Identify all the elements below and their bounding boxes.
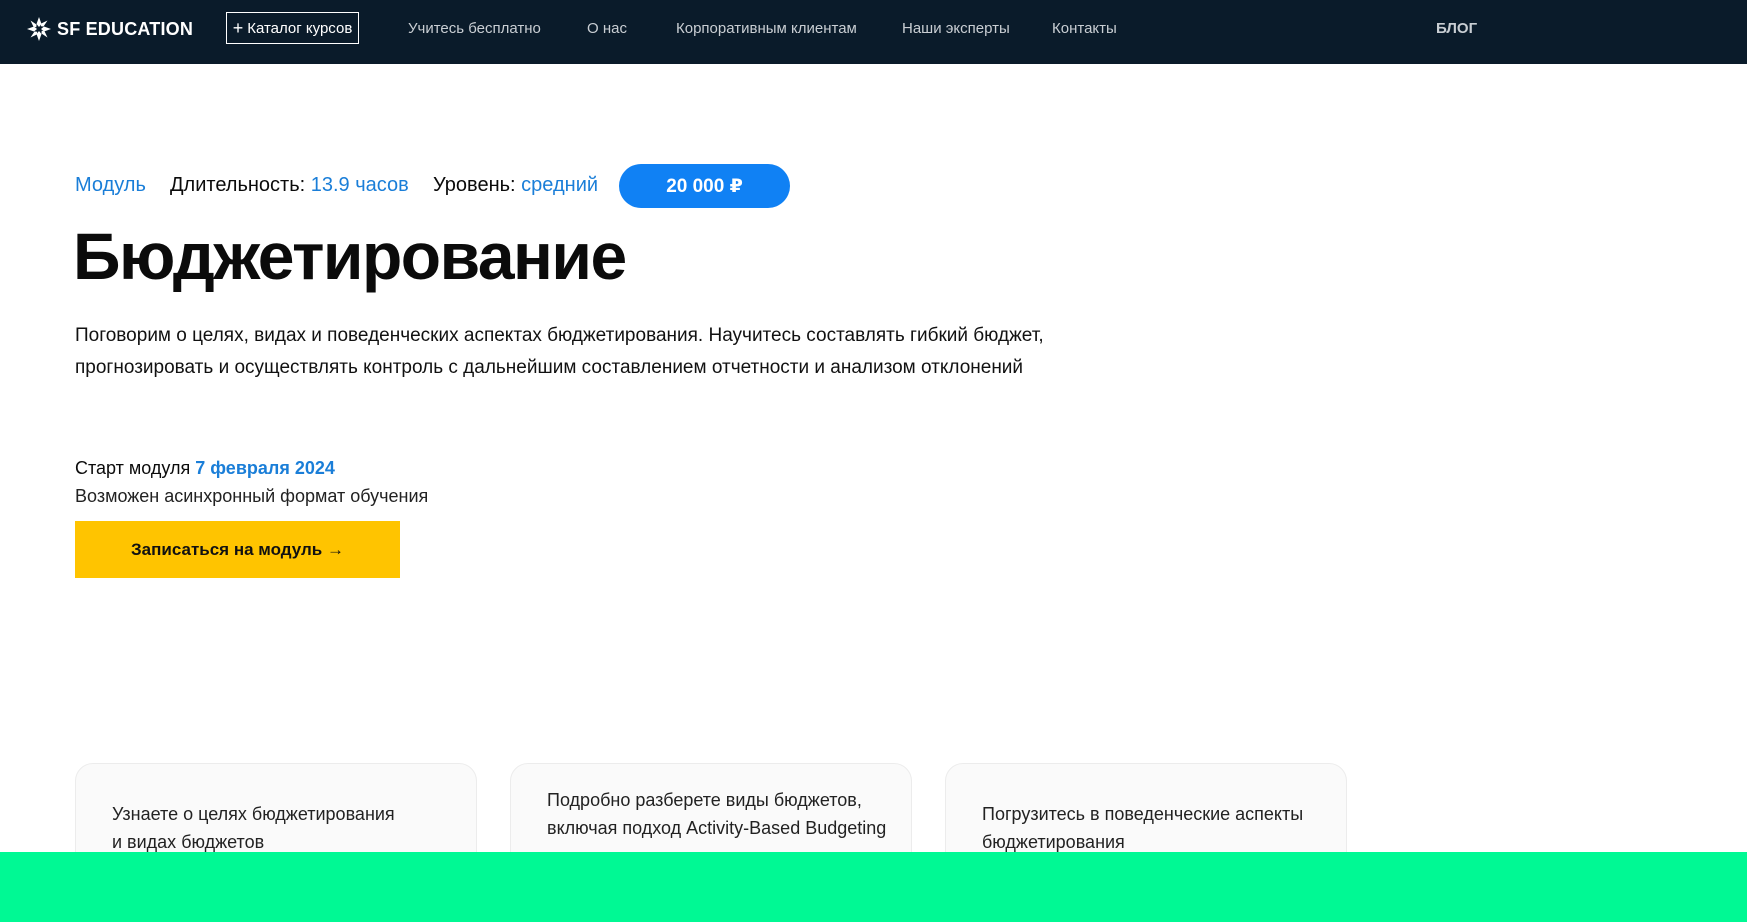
nav-blog[interactable]: БЛОГ [1436, 20, 1477, 37]
nav-contacts[interactable]: Контакты [1052, 20, 1117, 37]
logo[interactable]: SF EDUCATION [25, 15, 193, 43]
level-value: средний [521, 174, 599, 196]
nav-corporate[interactable]: Корпоративным клиентам [676, 20, 857, 37]
start-label: Старт модуля [75, 458, 191, 478]
nav-about[interactable]: О нас [587, 20, 627, 37]
duration: Длительность: 13.9 часов [170, 174, 409, 197]
plus-icon: + [232, 18, 244, 38]
start-date-line: Старт модуля 7 февраля 2024 [75, 458, 335, 479]
page-title: Бюджетирование [73, 219, 627, 293]
format-note: Возможен асинхронный формат обучения [75, 486, 429, 506]
sf-logo-icon [27, 17, 51, 41]
nav-learn-free[interactable]: Учитесь бесплатно [408, 20, 541, 37]
top-navbar: SF EDUCATION + Каталог курсов Учитесь бе… [0, 0, 1747, 64]
duration-value: 13.9 часов [310, 174, 409, 196]
catalog-label: Каталог курсов [247, 19, 353, 37]
enroll-button[interactable]: Записаться на модуль → [75, 521, 400, 578]
feature-card-text: Погрузитесь в поведенческие аспекты бюдж… [982, 804, 1304, 852]
level-label: Уровень: [433, 174, 516, 196]
price-button[interactable]: 20 000 ₽ [619, 164, 790, 208]
duration-label: Длительность: [170, 174, 306, 196]
catalog-button[interactable]: + Каталог курсов [226, 12, 359, 44]
nav-experts[interactable]: Наши эксперты [902, 20, 1010, 37]
logo-text: SF EDUCATION [57, 18, 194, 39]
feature-card-text: Подробно разберете виды бюджетов, включа… [547, 790, 887, 838]
course-description: Поговорим о целях, видах и поведенческих… [75, 325, 1044, 378]
bottom-banner [0, 852, 1747, 922]
level: Уровень: средний [433, 174, 598, 197]
course-type: Модуль [75, 174, 146, 196]
start-date: 7 февраля 2024 [195, 458, 335, 478]
feature-card-text: Узнаете о целях бюджетирования и видах б… [112, 804, 395, 852]
